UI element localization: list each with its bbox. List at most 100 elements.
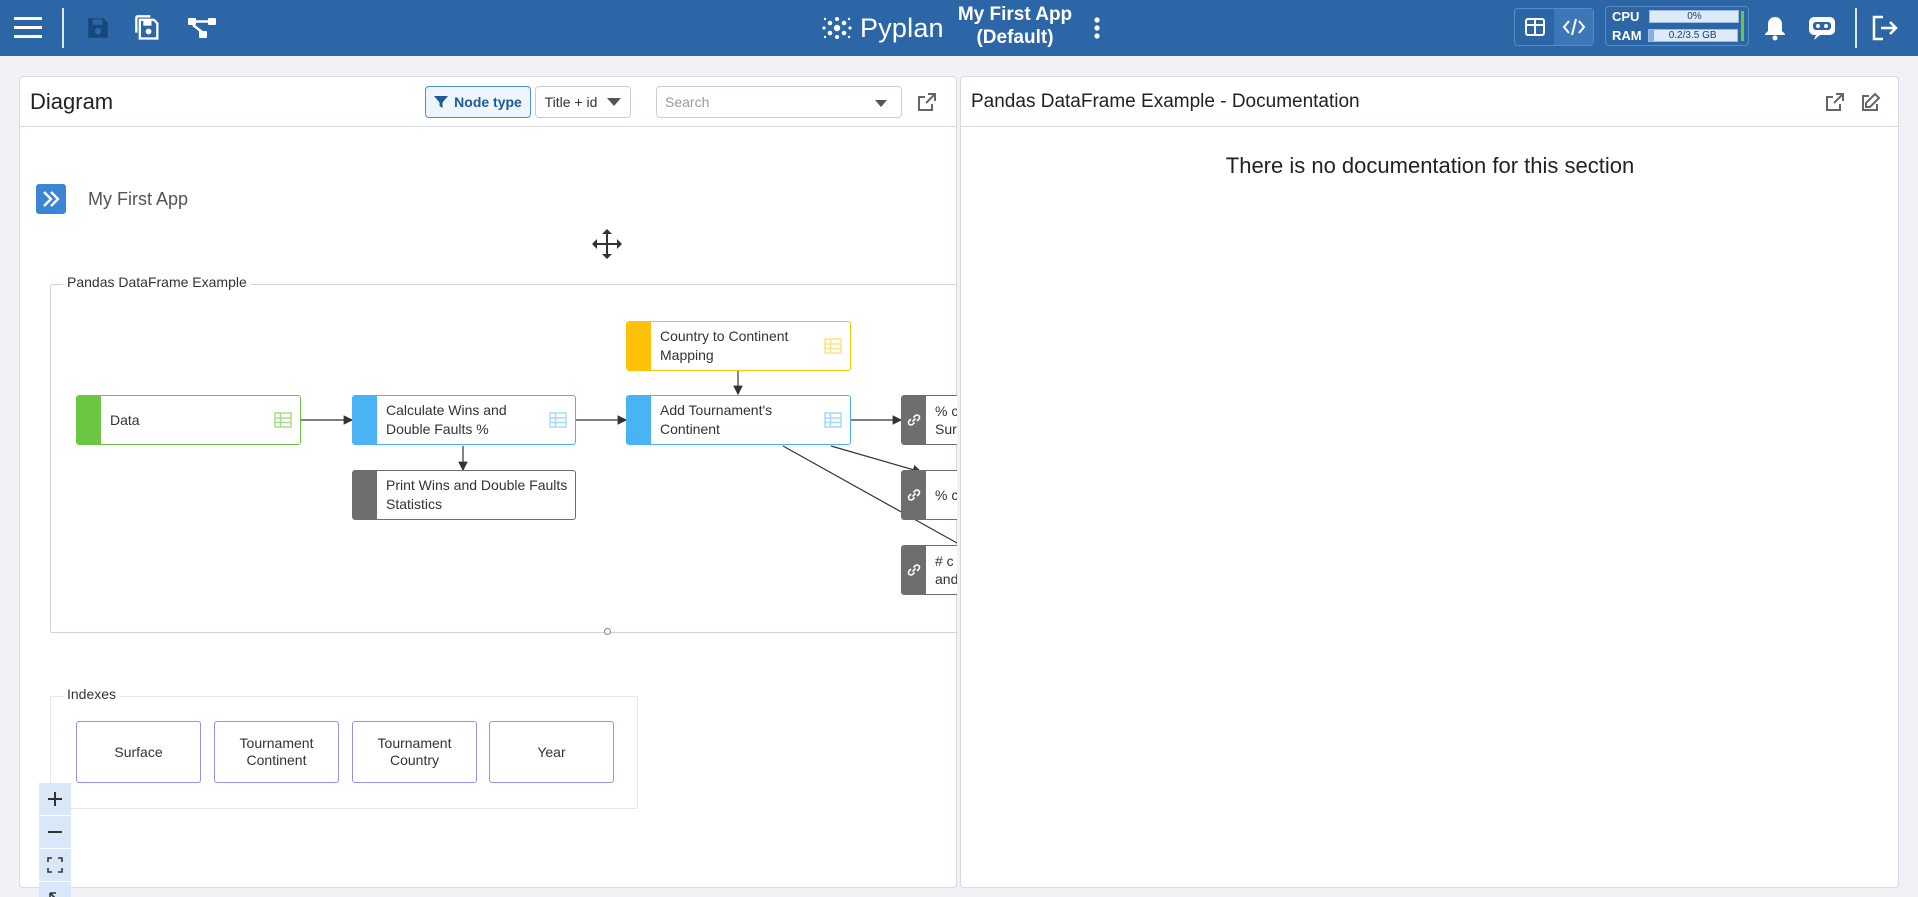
node-search-input[interactable] xyxy=(657,87,857,117)
fullscreen-icon xyxy=(47,857,63,873)
link-icon xyxy=(907,414,921,426)
node-type-stripe xyxy=(353,471,377,519)
node-country-mapping[interactable]: Country to Continent Mapping xyxy=(626,321,851,371)
ram-label: RAM xyxy=(1612,28,1642,43)
documentation-header: Pandas DataFrame Example - Documentation xyxy=(961,77,1898,127)
ram-row: RAM 0.2/3.5 GB xyxy=(1612,28,1738,43)
app-title-name: My First App xyxy=(957,4,1073,25)
node-label-line: # c xyxy=(935,553,954,569)
link-icon xyxy=(907,489,921,501)
node-type-stripe xyxy=(902,396,926,444)
title-mode-select[interactable]: Title + id xyxy=(535,86,631,118)
table-view-icon[interactable] xyxy=(1515,9,1554,45)
fit-to-screen-button[interactable] xyxy=(39,849,71,881)
node-data[interactable]: Data xyxy=(76,395,301,445)
node-label-line: % c xyxy=(935,403,957,419)
save-icon[interactable] xyxy=(82,0,114,56)
ram-value: 0.2/3.5 GB xyxy=(1668,30,1717,41)
open-external-icon[interactable] xyxy=(1823,90,1847,114)
reset-origin-button[interactable] xyxy=(39,882,71,897)
node-label-line: Sur xyxy=(935,421,957,437)
index-year[interactable]: Year xyxy=(489,721,614,783)
edit-icon[interactable] xyxy=(1859,90,1883,114)
diagram-tree-icon[interactable] xyxy=(184,0,220,56)
top-bar: Pyplan My First App (Default) CPU 0% RAM… xyxy=(0,0,1918,56)
minus-icon xyxy=(48,831,62,833)
diagram-header: Diagram Node type Title + id xyxy=(20,77,956,127)
toolbar-divider-right xyxy=(1855,8,1857,48)
node-type-stripe xyxy=(353,396,377,444)
node-label: % c xyxy=(935,486,957,503)
brand-name: Pyplan xyxy=(860,12,944,43)
toolbar-divider xyxy=(62,8,64,48)
code-view-icon[interactable] xyxy=(1554,9,1593,45)
chevron-down-icon xyxy=(607,98,622,106)
more-vertical-icon[interactable] xyxy=(1084,0,1110,56)
diagram-title: Diagram xyxy=(30,88,114,114)
node-type-stripe xyxy=(77,396,101,444)
node-pct[interactable]: % c xyxy=(901,470,957,520)
resource-monitor: CPU 0% RAM 0.2/3.5 GB xyxy=(1605,6,1749,46)
index-tournament-country[interactable]: Tournament Country xyxy=(352,721,477,783)
node-print-wins[interactable]: Print Wins and Double Faults Statistics xyxy=(352,470,576,520)
cpu-row: CPU 0% xyxy=(1612,9,1740,24)
node-search-box xyxy=(656,86,902,118)
plus-icon xyxy=(48,792,62,806)
pyplan-logo-icon xyxy=(822,17,852,39)
node-type-stripe xyxy=(627,396,651,444)
node-type-filter-button[interactable]: Node type xyxy=(425,86,531,118)
node-label: Add Tournament's Continent xyxy=(660,402,773,437)
edge-add-pct xyxy=(830,445,923,475)
node-label: % c Sur xyxy=(926,402,957,438)
node-label: Print Wins and Double Faults Statistics xyxy=(386,477,568,512)
node-count[interactable]: # c and xyxy=(901,545,957,595)
app-title-scenario: (Default) xyxy=(976,27,1054,48)
cpu-label: CPU xyxy=(1612,9,1640,24)
node-label: Country to Continent Mapping xyxy=(660,328,789,363)
view-toggle xyxy=(1514,8,1594,46)
zoom-in-button[interactable] xyxy=(39,783,71,815)
node-type-stripe xyxy=(902,546,926,594)
arrow-up-left-icon xyxy=(49,892,56,897)
node-type-label: Node type xyxy=(454,94,522,110)
table-icon xyxy=(549,412,567,428)
node-type-stripe xyxy=(627,322,651,370)
table-icon xyxy=(824,338,842,354)
indexes-group-label: Indexes xyxy=(63,686,121,702)
pyplan-logo: Pyplan xyxy=(820,0,944,56)
node-calculate-wins[interactable]: Calculate Wins and Double Faults % xyxy=(352,395,576,445)
open-external-icon[interactable] xyxy=(915,90,939,114)
node-label: Calculate Wins and Double Faults % xyxy=(386,402,507,437)
zoom-out-button[interactable] xyxy=(39,816,71,848)
logout-icon[interactable] xyxy=(1868,0,1902,56)
app-title[interactable]: My First App (Default) xyxy=(950,3,1080,49)
filter-icon xyxy=(434,96,449,108)
documentation-title: Pandas DataFrame Example - Documentation xyxy=(971,90,1360,112)
link-icon xyxy=(907,564,921,576)
resource-status-indicator xyxy=(1741,11,1744,41)
cpu-value: 0% xyxy=(1687,11,1702,22)
title-mode-value: Title + id xyxy=(544,94,598,110)
node-type-stripe xyxy=(902,471,926,519)
ram-usage-bar: 0.2/3.5 GB xyxy=(1647,29,1738,42)
node-label-line: and xyxy=(935,571,957,587)
node-label: Data xyxy=(110,411,140,428)
index-tournament-continent[interactable]: Tournament Continent xyxy=(214,721,339,783)
save-as-icon[interactable] xyxy=(132,0,164,56)
diagram-canvas[interactable]: My First App Pandas DataFrame Example Da xyxy=(21,128,957,888)
hamburger-menu-icon[interactable] xyxy=(10,0,46,56)
cpu-usage-bar: 0% xyxy=(1649,10,1740,23)
ram-usage-fill xyxy=(1648,30,1654,41)
documentation-panel: Pandas DataFrame Example - Documentation… xyxy=(960,76,1899,888)
node-pct-surface[interactable]: % c Sur xyxy=(901,395,957,445)
node-label: # c and xyxy=(926,552,957,588)
table-icon xyxy=(824,412,842,428)
no-documentation-message: There is no documentation for this secti… xyxy=(1225,153,1635,178)
assistant-bot-icon[interactable] xyxy=(1804,0,1840,56)
node-add-continent[interactable]: Add Tournament's Continent xyxy=(626,395,851,445)
search-dropdown-icon[interactable] xyxy=(875,100,887,107)
index-surface[interactable]: Surface xyxy=(76,721,201,783)
table-icon xyxy=(274,412,292,428)
bell-icon[interactable] xyxy=(1761,0,1789,56)
diagram-panel: Diagram Node type Title + id My First Ap… xyxy=(19,76,957,897)
